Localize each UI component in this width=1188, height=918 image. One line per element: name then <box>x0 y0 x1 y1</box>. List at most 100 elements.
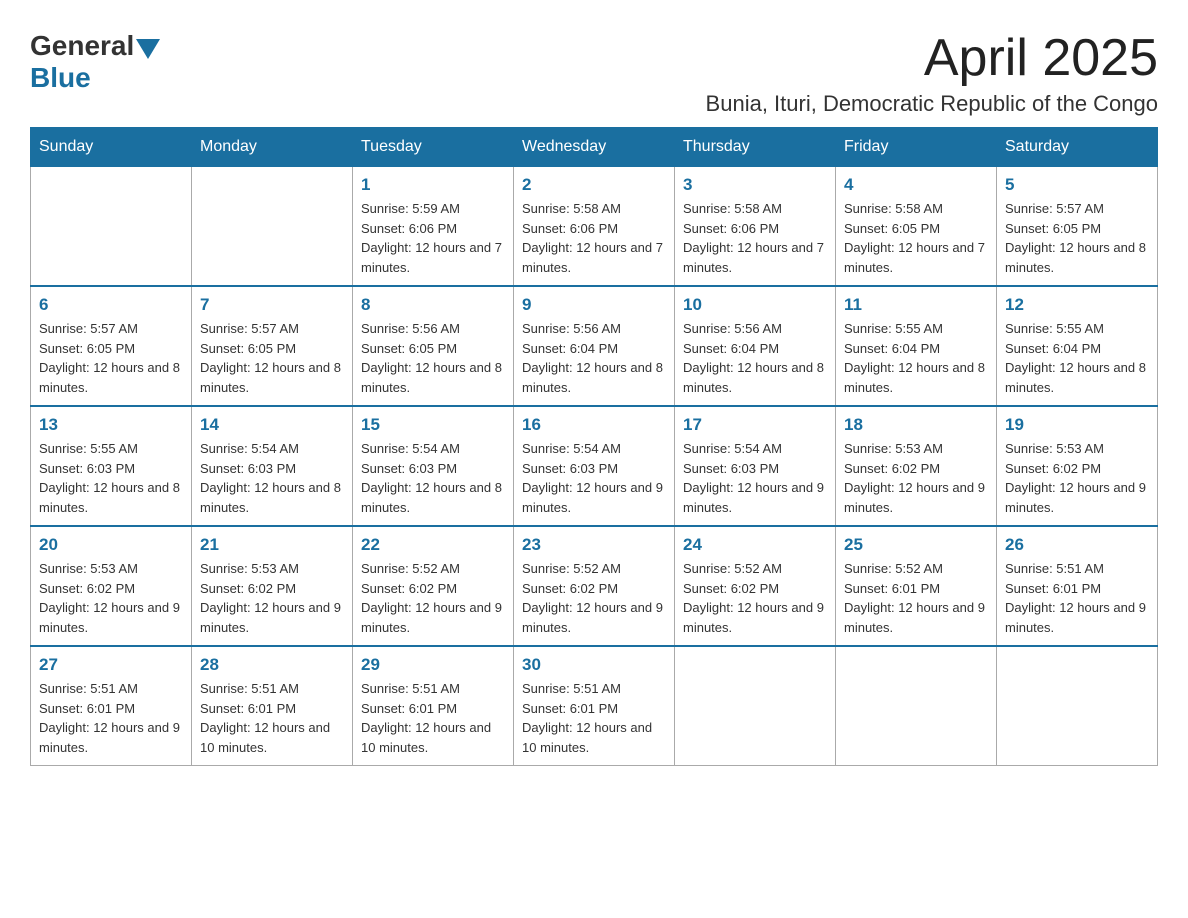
day-info: Sunrise: 5:51 AM Sunset: 6:01 PM Dayligh… <box>39 679 183 757</box>
day-number: 29 <box>361 655 505 675</box>
day-number: 21 <box>200 535 344 555</box>
calendar-cell: 11 Sunrise: 5:55 AM Sunset: 6:04 PM Dayli… <box>836 286 997 406</box>
day-info: Sunrise: 5:56 AM Sunset: 6:04 PM Dayligh… <box>522 319 666 397</box>
calendar-cell: 8Sunrise: 5:56 AM Sunset: 6:05 PM Daylig… <box>353 286 514 406</box>
calendar-cell: 30 Sunrise: 5:51 AM Sunset: 6:01 PM Dayli… <box>514 646 675 766</box>
location-title: Bunia, Ituri, Democratic Republic of the… <box>706 91 1158 117</box>
day-number: 7 <box>200 295 344 315</box>
calendar-cell: 21Sunrise: 5:53 AM Sunset: 6:02 PM Dayli… <box>192 526 353 646</box>
day-info: Sunrise: 5:53 AM Sunset: 6:02 PM Dayligh… <box>844 439 988 517</box>
day-number: 24 <box>683 535 827 555</box>
calendar-cell: 12 Sunrise: 5:55 AM Sunset: 6:04 PM Dayli… <box>997 286 1158 406</box>
day-number: 28 <box>200 655 344 675</box>
day-info: Sunrise: 5:51 AM Sunset: 6:01 PM Dayligh… <box>1005 559 1149 637</box>
day-number: 14 <box>200 415 344 435</box>
calendar-cell <box>31 167 192 287</box>
day-number: 17 <box>683 415 827 435</box>
calendar-cell: 27 Sunrise: 5:51 AM Sunset: 6:01 PM Dayli… <box>31 646 192 766</box>
day-number: 18 <box>844 415 988 435</box>
day-number: 4 <box>844 175 988 195</box>
header-monday: Monday <box>192 128 353 167</box>
header-sunday: Sunday <box>31 128 192 167</box>
day-info: Sunrise: 5:52 AM Sunset: 6:01 PM Dayligh… <box>844 559 988 637</box>
day-number: 20 <box>39 535 183 555</box>
day-info: Sunrise: 5:54 AM Sunset: 6:03 PM Dayligh… <box>683 439 827 517</box>
day-number: 23 <box>522 535 666 555</box>
calendar-cell: 25 Sunrise: 5:52 AM Sunset: 6:01 PM Dayli… <box>836 526 997 646</box>
day-number: 3 <box>683 175 827 195</box>
calendar-cell: 1Sunrise: 5:59 AM Sunset: 6:06 PM Daylig… <box>353 167 514 287</box>
day-info: Sunrise: 5:54 AM Sunset: 6:03 PM Dayligh… <box>522 439 666 517</box>
week-row-3: 13 Sunrise: 5:55 AM Sunset: 6:03 PM Dayli… <box>31 406 1158 526</box>
page-header: General Blue April 2025 Bunia, Ituri, De… <box>30 30 1158 117</box>
day-number: 10 <box>683 295 827 315</box>
day-info: Sunrise: 5:51 AM Sunset: 6:01 PM Dayligh… <box>361 679 505 757</box>
calendar-cell <box>836 646 997 766</box>
calendar-cell: 14 Sunrise: 5:54 AM Sunset: 6:03 PM Dayli… <box>192 406 353 526</box>
header-tuesday: Tuesday <box>353 128 514 167</box>
logo: General Blue <box>30 30 160 94</box>
header-wednesday: Wednesday <box>514 128 675 167</box>
week-row-4: 20 Sunrise: 5:53 AM Sunset: 6:02 PM Dayli… <box>31 526 1158 646</box>
day-number: 5 <box>1005 175 1149 195</box>
calendar-cell: 2 Sunrise: 5:58 AM Sunset: 6:06 PM Daylig… <box>514 167 675 287</box>
header-saturday: Saturday <box>997 128 1158 167</box>
calendar-cell <box>192 167 353 287</box>
day-info: Sunrise: 5:55 AM Sunset: 6:04 PM Dayligh… <box>844 319 988 397</box>
day-number: 27 <box>39 655 183 675</box>
day-number: 12 <box>1005 295 1149 315</box>
calendar-cell: 22Sunrise: 5:52 AM Sunset: 6:02 PM Dayli… <box>353 526 514 646</box>
calendar-cell: 29 Sunrise: 5:51 AM Sunset: 6:01 PM Dayli… <box>353 646 514 766</box>
day-number: 2 <box>522 175 666 195</box>
calendar-cell: 5 Sunrise: 5:57 AM Sunset: 6:05 PM Daylig… <box>997 167 1158 287</box>
day-number: 19 <box>1005 415 1149 435</box>
day-number: 6 <box>39 295 183 315</box>
day-info: Sunrise: 5:57 AM Sunset: 6:05 PM Dayligh… <box>200 319 344 397</box>
calendar-cell: 23 Sunrise: 5:52 AM Sunset: 6:02 PM Dayli… <box>514 526 675 646</box>
calendar-cell: 15Sunrise: 5:54 AM Sunset: 6:03 PM Dayli… <box>353 406 514 526</box>
day-info: Sunrise: 5:55 AM Sunset: 6:03 PM Dayligh… <box>39 439 183 517</box>
day-info: Sunrise: 5:57 AM Sunset: 6:05 PM Dayligh… <box>1005 199 1149 277</box>
day-info: Sunrise: 5:58 AM Sunset: 6:06 PM Dayligh… <box>522 199 666 277</box>
day-info: Sunrise: 5:51 AM Sunset: 6:01 PM Dayligh… <box>200 679 344 757</box>
calendar-cell: 7 Sunrise: 5:57 AM Sunset: 6:05 PM Daylig… <box>192 286 353 406</box>
calendar-cell: 13 Sunrise: 5:55 AM Sunset: 6:03 PM Dayli… <box>31 406 192 526</box>
day-info: Sunrise: 5:52 AM Sunset: 6:02 PM Dayligh… <box>522 559 666 637</box>
day-number: 26 <box>1005 535 1149 555</box>
logo-text-general: General <box>30 30 134 62</box>
calendar-cell: 28 Sunrise: 5:51 AM Sunset: 6:01 PM Dayli… <box>192 646 353 766</box>
day-number: 13 <box>39 415 183 435</box>
day-info: Sunrise: 5:57 AM Sunset: 6:05 PM Dayligh… <box>39 319 183 397</box>
day-info: Sunrise: 5:53 AM Sunset: 6:02 PM Dayligh… <box>39 559 183 637</box>
day-info: Sunrise: 5:58 AM Sunset: 6:05 PM Dayligh… <box>844 199 988 277</box>
week-row-1: 1Sunrise: 5:59 AM Sunset: 6:06 PM Daylig… <box>31 167 1158 287</box>
calendar-cell: 10Sunrise: 5:56 AM Sunset: 6:04 PM Dayli… <box>675 286 836 406</box>
day-info: Sunrise: 5:52 AM Sunset: 6:02 PM Dayligh… <box>683 559 827 637</box>
day-info: Sunrise: 5:51 AM Sunset: 6:01 PM Dayligh… <box>522 679 666 757</box>
day-info: Sunrise: 5:54 AM Sunset: 6:03 PM Dayligh… <box>200 439 344 517</box>
day-number: 11 <box>844 295 988 315</box>
calendar-cell: 16Sunrise: 5:54 AM Sunset: 6:03 PM Dayli… <box>514 406 675 526</box>
logo-text-blue: Blue <box>30 62 160 94</box>
day-number: 1 <box>361 175 505 195</box>
day-info: Sunrise: 5:53 AM Sunset: 6:02 PM Dayligh… <box>1005 439 1149 517</box>
calendar-cell: 19 Sunrise: 5:53 AM Sunset: 6:02 PM Dayli… <box>997 406 1158 526</box>
day-number: 25 <box>844 535 988 555</box>
calendar-cell: 4 Sunrise: 5:58 AM Sunset: 6:05 PM Daylig… <box>836 167 997 287</box>
calendar-table: SundayMondayTuesdayWednesdayThursdayFrid… <box>30 127 1158 766</box>
header-friday: Friday <box>836 128 997 167</box>
calendar-cell: 20 Sunrise: 5:53 AM Sunset: 6:02 PM Dayli… <box>31 526 192 646</box>
week-row-5: 27 Sunrise: 5:51 AM Sunset: 6:01 PM Dayli… <box>31 646 1158 766</box>
day-info: Sunrise: 5:52 AM Sunset: 6:02 PM Dayligh… <box>361 559 505 637</box>
week-row-2: 6 Sunrise: 5:57 AM Sunset: 6:05 PM Daylig… <box>31 286 1158 406</box>
header-row: SundayMondayTuesdayWednesdayThursdayFrid… <box>31 128 1158 167</box>
title-area: April 2025 Bunia, Ituri, Democratic Repu… <box>706 30 1158 117</box>
day-info: Sunrise: 5:55 AM Sunset: 6:04 PM Dayligh… <box>1005 319 1149 397</box>
calendar-cell: 6 Sunrise: 5:57 AM Sunset: 6:05 PM Daylig… <box>31 286 192 406</box>
month-title: April 2025 <box>706 30 1158 87</box>
day-number: 8 <box>361 295 505 315</box>
day-number: 30 <box>522 655 666 675</box>
header-thursday: Thursday <box>675 128 836 167</box>
day-number: 9 <box>522 295 666 315</box>
day-info: Sunrise: 5:54 AM Sunset: 6:03 PM Dayligh… <box>361 439 505 517</box>
